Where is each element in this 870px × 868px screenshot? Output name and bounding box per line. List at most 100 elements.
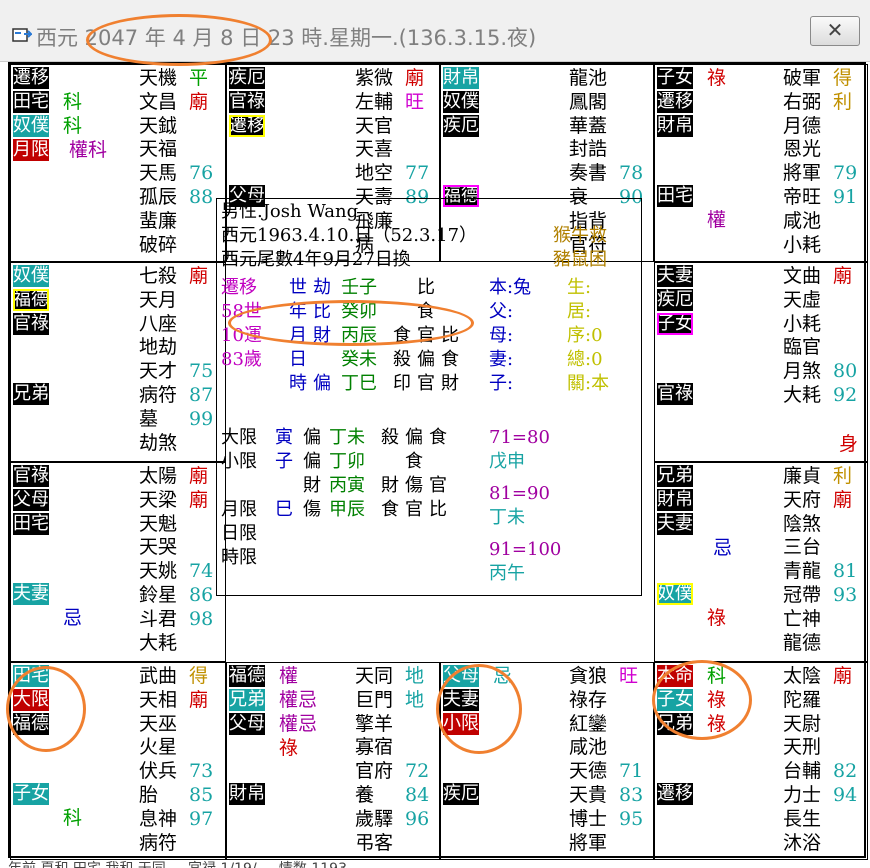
close-button[interactable]: ✕: [810, 16, 860, 46]
star-age-number: 74: [189, 560, 214, 583]
palace-cell-chen[interactable]: 奴僕 福德 官祿 兄弟 七殺廟天月 八座 地劫 天才 75 病符 87 墓 99 劫煞: [10, 262, 226, 462]
palace-label[interactable]: 財帛: [229, 783, 265, 805]
pillar-stem-branch: 壬子: [341, 277, 377, 298]
star-name: 左輔: [355, 90, 394, 113]
pillar-tengod: 印: [393, 373, 411, 394]
life-label: 序:0: [567, 325, 603, 346]
palace-label[interactable]: 福德: [229, 665, 265, 687]
star-name: 大耗: [139, 631, 178, 654]
palace-label[interactable]: 田宅: [13, 91, 49, 113]
palace-label[interactable]: 疾厄: [443, 783, 479, 805]
star-name: 紅鑾: [569, 712, 608, 735]
palace-label[interactable]: 遷移: [657, 783, 693, 805]
palace-label[interactable]: 官祿: [229, 91, 265, 113]
star-name: 天虛: [783, 288, 822, 311]
star-name: 火星: [139, 736, 178, 759]
star-name: 天姚: [139, 560, 178, 583]
palace-label[interactable]: 財帛: [657, 489, 693, 511]
period-tengod: 官: [405, 499, 423, 520]
range-3: 91=100: [489, 539, 562, 560]
palace-label[interactable]: 官祿: [657, 383, 693, 405]
star-name: 天馬: [139, 162, 178, 185]
period-branch: 寅: [275, 427, 293, 448]
palace-label[interactable]: 疾厄: [657, 289, 693, 311]
star-name: 病符: [139, 831, 178, 854]
star-name: 亡神: [783, 607, 822, 630]
star-name: 咸池: [569, 736, 608, 759]
palace-label[interactable]: 父母: [229, 713, 265, 735]
star-name: 龍德: [783, 631, 822, 654]
palace-label[interactable]: 父母: [13, 489, 49, 511]
period-stem-branch: 甲辰: [329, 499, 365, 520]
star-name: 陰煞: [783, 512, 822, 535]
star-age-number: 78: [619, 162, 644, 185]
star-brightness: 廟: [833, 665, 853, 687]
range-1-branch: 戊申: [489, 451, 525, 472]
palace-label[interactable]: 月限: [13, 139, 49, 161]
palace-label[interactable]: 夫妻: [13, 583, 49, 605]
star-name: 天梁: [139, 488, 178, 511]
palace-label[interactable]: 奴僕: [657, 583, 693, 605]
palace-label[interactable]: 遷移: [13, 67, 49, 89]
star-brightness: 旺: [405, 90, 425, 113]
side-note-2: 豬鼠困: [553, 249, 607, 270]
star-transform-mark: 科: [63, 807, 83, 829]
palace-label[interactable]: 疾厄: [229, 67, 265, 89]
palace-label[interactable]: 子女: [657, 67, 693, 89]
star-transform-mark: 權忌: [279, 689, 318, 711]
palace-label[interactable]: 福德: [13, 289, 49, 311]
palace-cell-you[interactable]: 夫妻 疾厄 子女 官祿身 文曲廟天虛 小耗 臨官 月煞 80 大耗 92: [654, 262, 868, 462]
palace-label[interactable]: 兄弟: [229, 689, 265, 711]
star-name: 弔客: [355, 831, 394, 854]
palace-label[interactable]: 子女: [13, 783, 49, 805]
palace-label[interactable]: 疾厄: [443, 115, 479, 137]
star-name: 破碎: [139, 233, 178, 256]
star-brightness: 廟: [189, 488, 209, 511]
palace-cell-chou[interactable]: 福德 兄弟 父母 財帛 權權忌 權忌祿 天同地巨門地擎羊 寡宿 官府 72 養 84 歲驛 96 弔客: [226, 662, 440, 860]
palace-label[interactable]: 財帛: [443, 67, 479, 89]
palace-cell-mao[interactable]: 官祿 父母 田宅 夫妻忌 太陽廟天梁廟天魁 天哭 天姚 74 鈴星 86 斗君 98 大耗: [10, 462, 226, 662]
pillar-tengod: 官: [417, 373, 435, 394]
palace-label[interactable]: 財帛: [657, 115, 693, 137]
star-name: 天尉: [783, 712, 822, 735]
palace-cell-si[interactable]: 遷移 田宅 奴僕 月限科科權科 天機平文昌廟天鉞 天福 天馬 76 孤辰 88 蜚廉 破碎: [10, 64, 226, 262]
star-name: 養: [355, 784, 375, 806]
star-age-number: 77: [405, 162, 430, 185]
star-age-number: 98: [189, 607, 214, 630]
star-brightness: 廟: [189, 265, 209, 287]
period-tengod: 食: [381, 499, 399, 520]
palace-label[interactable]: 夫妻: [657, 513, 693, 535]
period-label: 日限: [221, 523, 257, 544]
palace-label[interactable]: 田宅: [13, 513, 49, 535]
palace-label[interactable]: 兄弟: [657, 465, 693, 487]
palace-label[interactable]: 兄弟: [13, 383, 49, 405]
palace-label[interactable]: 官祿: [13, 465, 49, 487]
star-name: 天同: [355, 665, 394, 687]
star-name: 伏兵: [139, 760, 178, 783]
period-tengod: 比: [429, 499, 447, 520]
star-age-number: 87: [189, 384, 214, 406]
palace-label[interactable]: 官祿: [13, 313, 49, 335]
period-tengod: 食: [429, 427, 447, 448]
palace-label[interactable]: 遷移: [229, 115, 265, 137]
range-3-branch: 丙午: [489, 563, 525, 584]
pillar-stem-branch: 丁巳: [341, 373, 377, 394]
palace-label[interactable]: 奴僕: [13, 265, 49, 287]
star-age-number: 79: [833, 162, 858, 185]
star-transform-mark: 祿: [707, 67, 727, 89]
star-name: 長生: [783, 807, 822, 830]
palace-label[interactable]: 奴僕: [13, 115, 49, 137]
star-name: 孤辰: [139, 186, 178, 208]
star-age-number: 86: [189, 584, 214, 606]
palace-label[interactable]: 子女: [657, 313, 693, 335]
range-2: 81=90: [489, 483, 550, 504]
star-transform-mark: 科: [63, 91, 83, 113]
palace-label[interactable]: 奴僕: [443, 91, 479, 113]
palace-label[interactable]: 遷移: [657, 91, 693, 113]
palace-cell-xu[interactable]: 兄弟 財帛 夫妻 奴僕 忌祿 廉貞利天府廟陰煞 三台 青龍 81 冠帶 93 亡神 龍德: [654, 462, 868, 662]
period-tengod: 殺: [381, 427, 399, 448]
star-name: 力士: [783, 784, 822, 806]
palace-label[interactable]: 田宅: [657, 185, 693, 207]
palace-label[interactable]: 夫妻: [657, 265, 693, 287]
palace-cell-shen[interactable]: 子女 遷移 財帛 田宅 祿權 破軍得右弼利月德 恩光 將軍 79 帝旺 91 咸池 小耗: [654, 64, 868, 262]
